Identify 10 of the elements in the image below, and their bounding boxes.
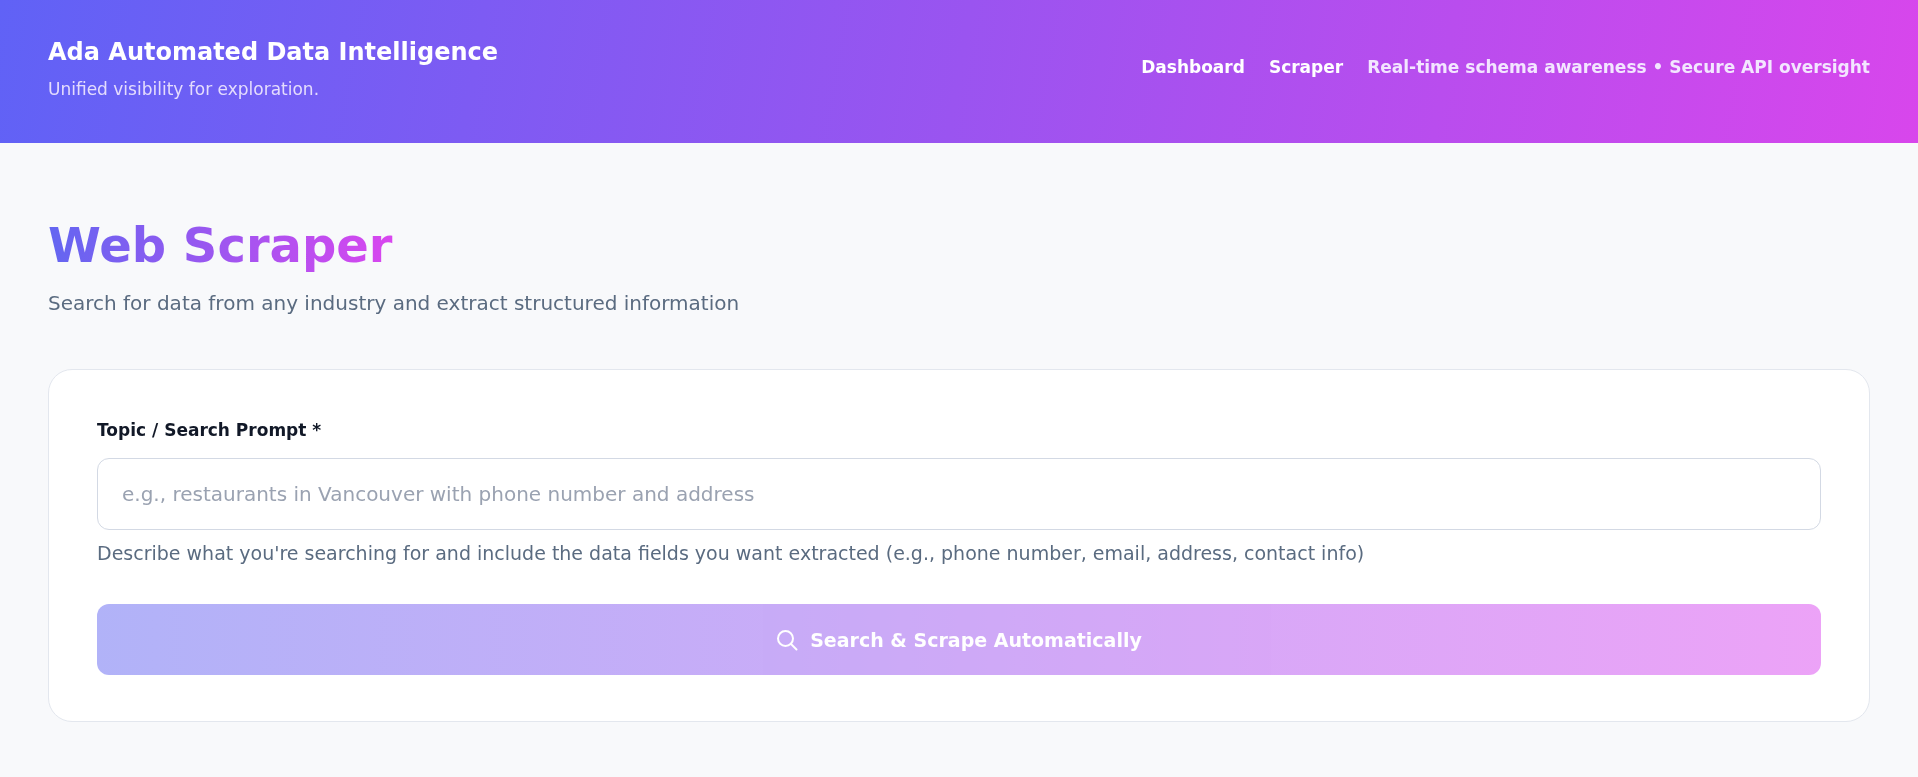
search-icon	[776, 628, 799, 651]
app-title: Ada Automated Data Intelligence	[48, 37, 499, 67]
search-prompt-input[interactable]: e.g., restaurants in Vancouver with phone number and address	[97, 458, 1821, 530]
nav-link[interactable]: Dashboard	[1141, 54, 1245, 79]
header-tagline: Real-time schema awareness • Secure API oversight	[1367, 55, 1870, 79]
app-subtitle: Unified visibility for exploration.	[48, 78, 320, 100]
help-text: Describe what you're searching for and include the data fields you want extracted (e.g., phone number, email, address, contact info)	[97, 541, 1365, 565]
nav-link[interactable]: Scraper	[1268, 54, 1344, 79]
page-subtitle: Search for data from any industry and extract structured information	[48, 290, 740, 317]
field-label: Topic / Search Prompt *	[97, 419, 322, 442]
